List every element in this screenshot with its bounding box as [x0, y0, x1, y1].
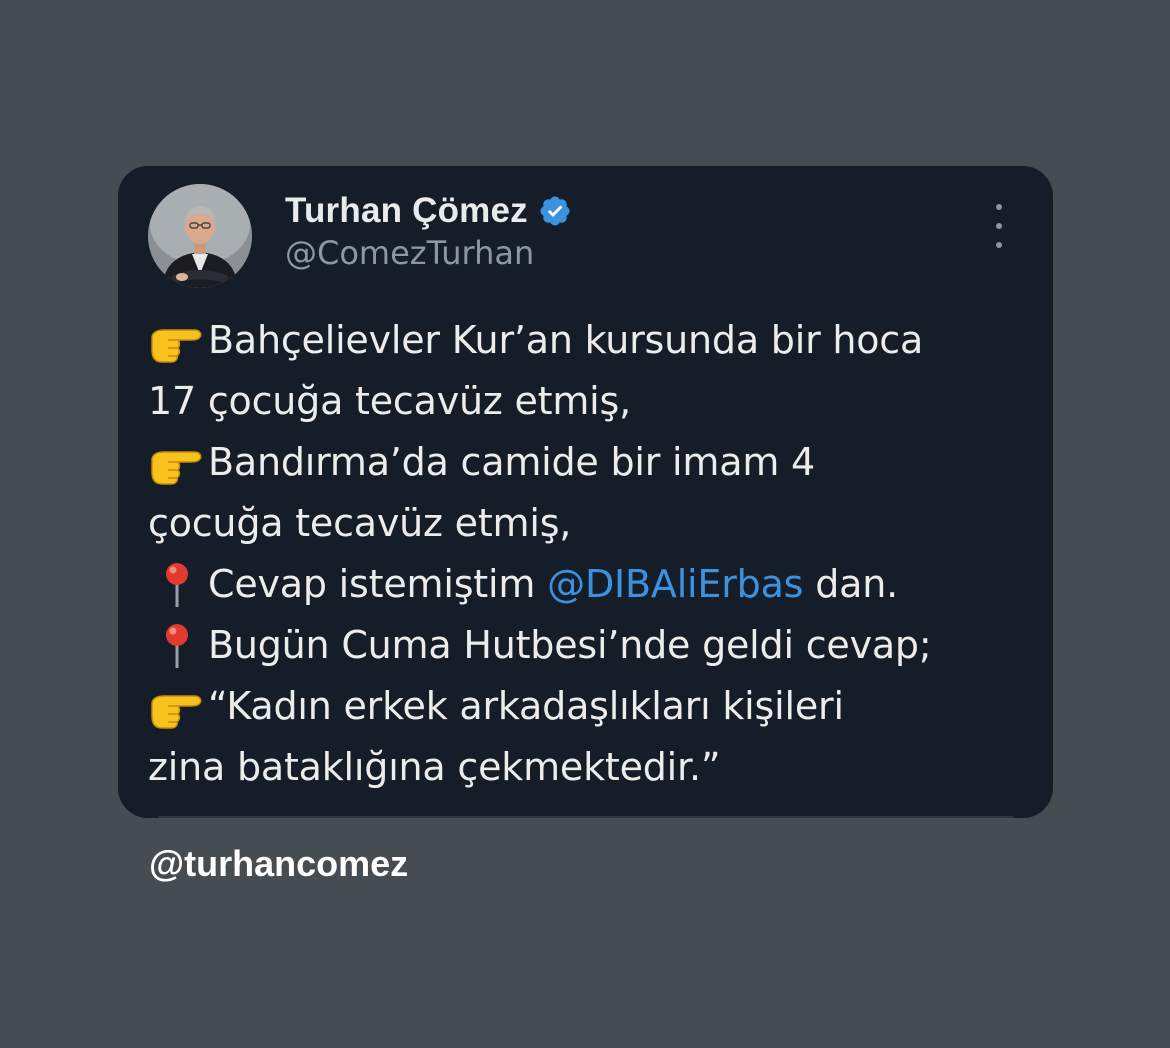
pointing-right-hand-emoji [148, 682, 206, 730]
author-name-row: Turhan Çömez [285, 190, 572, 232]
tweet-line-text: Bahçelievler Kur’an kursunda bir hoca [208, 317, 924, 362]
tweet-line-text: dan. [815, 561, 899, 606]
verified-badge-icon [538, 194, 572, 228]
pointing-right-hand-emoji [148, 316, 206, 364]
tweet-line: Bahçelievler Kur’an kursunda bir hoca [148, 309, 1043, 370]
tweet-line: Cevap istemiştim @DIBAliErbas dan. [148, 553, 1043, 614]
tweet-line: Bugün Cuma Hutbesi’nde geldi cevap; [148, 614, 1043, 675]
tweet-line-text: Bugün Cuma Hutbesi’nde geldi cevap; [208, 622, 932, 667]
mention-link[interactable]: @DIBAliErbas [547, 562, 803, 606]
more-vertical-icon[interactable] [984, 204, 1014, 248]
tweet-line-text: çocuğa tecavüz etmiş, [148, 500, 572, 545]
profile-photo [148, 184, 252, 288]
round-pushpin-emoji [148, 560, 206, 608]
tweet-line-text: “Kadın erkek arkadaşlıkları kişileri [208, 683, 844, 728]
tweet-line-text: Cevap istemiştim [208, 561, 536, 606]
tweet-line-text: zina bataklığına çekmektedir.” [148, 744, 721, 789]
tweet-text: Bahçelievler Kur’an kursunda bir hoca 17… [148, 309, 1043, 797]
tweet-line-text: Bandırma’da camide bir imam 4 [208, 439, 815, 484]
pointing-right-hand-emoji [148, 438, 206, 486]
author-handle[interactable]: @ComezTurhan [285, 234, 534, 272]
tweet-line-text: 17 çocuğa tecavüz etmiş, [148, 378, 632, 423]
card-bottom-divider [158, 816, 1013, 818]
tweet-line: Bandırma’da camide bir imam 4 [148, 431, 1043, 492]
round-pushpin-emoji [148, 621, 206, 669]
tweet-line: “Kadın erkek arkadaşlıkları kişileri [148, 675, 1043, 736]
author-avatar[interactable] [148, 184, 252, 288]
tweet-line: zina bataklığına çekmektedir.” [148, 736, 1043, 797]
tweet-card: Turhan Çömez @ComezTurhan Bahçelievler K… [118, 166, 1053, 818]
author-display-name[interactable]: Turhan Çömez [285, 191, 528, 231]
tweet-line: çocuğa tecavüz etmiş, [148, 492, 1043, 553]
tweet-line: 17 çocuğa tecavüz etmiş, [148, 370, 1043, 431]
watermark-handle: @turhancomez [149, 843, 409, 884]
